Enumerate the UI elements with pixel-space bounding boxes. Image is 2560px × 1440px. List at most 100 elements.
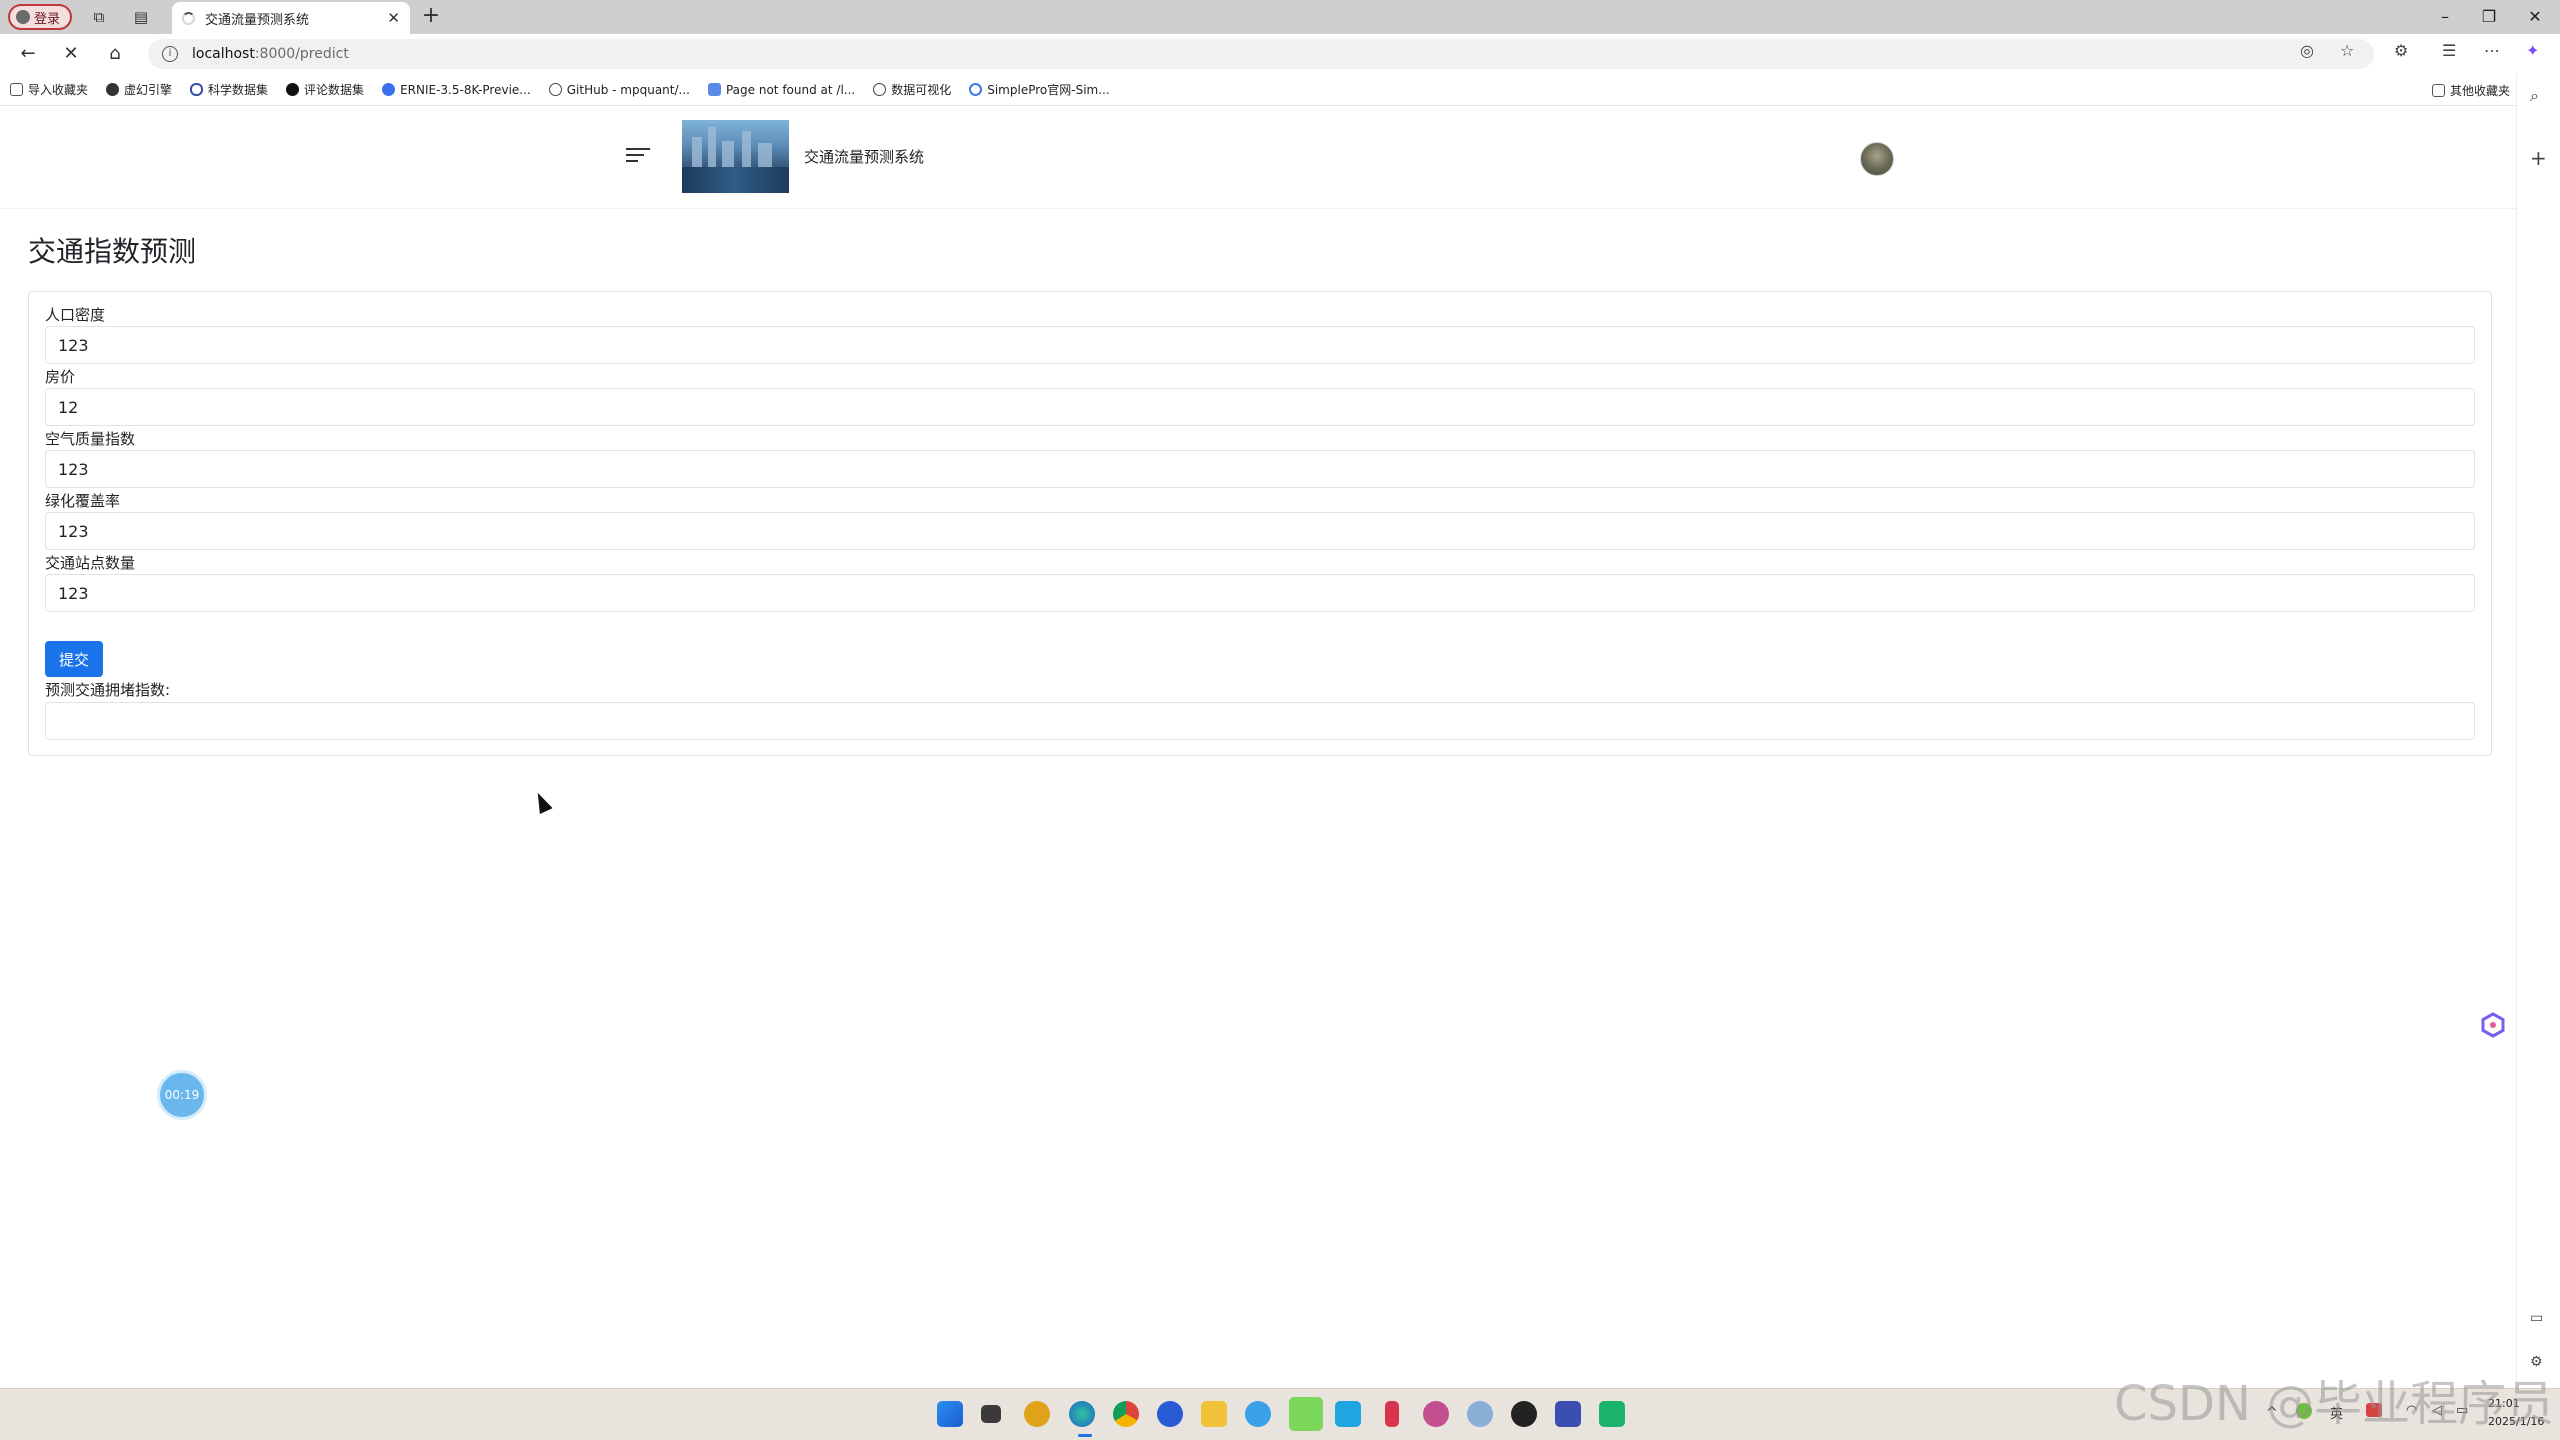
bookmark-item[interactable]: ERNIE-3.5-8K-Previe... (382, 83, 531, 97)
github-icon (286, 83, 300, 96)
shield-app-icon[interactable] (1024, 1401, 1050, 1427)
house-price-label: 房价 (45, 368, 76, 386)
submit-button[interactable]: 提交 (45, 641, 103, 677)
bookmark-item[interactable]: 科学数据集 (190, 81, 268, 98)
bookmark-label: GitHub - mpquant/... (566, 82, 690, 97)
bookmark-label: 数据可视化 (891, 83, 952, 97)
air-quality-label: 空气质量指数 (45, 430, 136, 448)
bookmark-label: 科学数据集 (208, 83, 269, 97)
bookmark-label: Page not found at /l... (725, 82, 856, 97)
browser-tab-bar: 登录 ⧉ ▤ 交通流量预测系统 ✕ + – ❐ ✕ (0, 0, 2560, 34)
app-red-icon[interactable] (1385, 1401, 1399, 1427)
extensions-icon[interactable]: ⚙ (2394, 41, 2408, 60)
air-quality-input[interactable] (45, 450, 2475, 488)
assistant-float-icon[interactable] (2480, 1012, 2506, 1038)
close-window-button[interactable]: ✕ (2520, 3, 2550, 31)
bookmark-label: 虚幻引擎 (124, 83, 173, 97)
globe-icon (548, 83, 562, 96)
bookmark-item[interactable]: 虚幻引擎 (106, 81, 172, 98)
bookmark-label: 评论数据集 (304, 83, 365, 97)
feishu-icon[interactable] (1335, 1401, 1361, 1427)
loading-spinner-icon (182, 11, 195, 25)
tab-actions-icon[interactable]: ▤ (128, 4, 154, 30)
watermark: CSDN @毕业程序员 (2114, 1376, 2555, 1432)
address-bar[interactable]: i localhost:8000/predict (148, 39, 2374, 69)
favorites-icon[interactable]: ☰ (2442, 41, 2456, 60)
settings-app-icon[interactable] (1467, 1401, 1493, 1427)
transit-stations-input[interactable] (45, 574, 2475, 612)
profile-label: 登录 (34, 11, 61, 27)
green-coverage-label: 绿化覆盖率 (45, 492, 121, 510)
bookmark-item[interactable]: SimplePro官网-Sim... (969, 81, 1110, 98)
site-info-icon[interactable]: i (162, 46, 178, 62)
read-aloud-icon[interactable]: ◎ (2300, 41, 2314, 60)
new-tab-button[interactable]: + (418, 4, 444, 30)
home-button[interactable]: ⌂ (101, 41, 129, 67)
app-header: 交通流量预测系统 (0, 106, 2516, 209)
copilot-icon[interactable]: ✦ (2526, 41, 2539, 60)
active-app-indicator (1078, 1434, 1092, 1437)
import-icon (10, 83, 23, 96)
browser-app-icon[interactable] (1157, 1401, 1183, 1427)
screen-icon[interactable]: ▭ (2530, 1310, 2543, 1326)
edge-browser-icon[interactable] (1069, 1401, 1095, 1427)
logo-image (682, 120, 789, 193)
other-bookmarks-folder[interactable]: 其他收藏夹 (2431, 82, 2510, 99)
django-icon (707, 83, 721, 96)
file-explorer-icon[interactable] (1201, 1401, 1227, 1427)
avatar[interactable] (1860, 142, 1894, 176)
green-coverage-input[interactable] (45, 512, 2475, 550)
qq-icon[interactable] (1511, 1401, 1537, 1427)
minimize-button[interactable]: – (2430, 3, 2460, 31)
search-icon[interactable]: ⌕ (2530, 86, 2539, 106)
chat-app-icon[interactable] (1245, 1401, 1271, 1427)
folder-icon (2431, 84, 2445, 97)
add-icon[interactable]: + (2530, 146, 2547, 170)
bookmark-item[interactable]: GitHub - mpquant/... (548, 82, 690, 97)
ernie-icon (382, 83, 396, 96)
favorite-star-icon[interactable]: ☆ (2340, 41, 2354, 60)
page-title: 交通指数预测 (28, 235, 197, 268)
workspaces-icon[interactable]: ⧉ (86, 4, 112, 30)
unreal-icon (106, 83, 120, 96)
bookmark-label: SimplePro官网-Sim... (987, 83, 1110, 97)
menu-toggle-icon[interactable] (626, 144, 650, 166)
wechat-icon[interactable] (1289, 1397, 1323, 1431)
url-path: :8000/predict (254, 46, 349, 62)
profile-button[interactable]: 登录 (8, 4, 73, 30)
simplepro-icon (969, 83, 983, 96)
result-output (45, 702, 2475, 740)
predict-form-card: 人口密度 房价 空气质量指数 绿化覆盖率 交通站点数量 提交 预测交通拥堵指数: (28, 291, 2492, 756)
other-bookmarks-label: 其他收藏夹 (2449, 84, 2510, 98)
bookmark-item[interactable]: 评论数据集 (286, 81, 364, 98)
bookmark-item[interactable]: Page not found at /l... (707, 82, 856, 97)
tab-close-icon[interactable]: ✕ (387, 9, 400, 27)
result-label: 预测交通拥堵指数: (45, 681, 171, 699)
population-density-label: 人口密度 (45, 306, 106, 324)
page-content: 交通流量预测系统 交通指数预测 人口密度 房价 空气质量指数 绿化覆盖率 交通站… (0, 106, 2516, 1388)
bookmark-label: ERNIE-3.5-8K-Previe... (400, 82, 531, 97)
recording-timer-badge[interactable]: 00:19 (160, 1073, 204, 1117)
bookmarks-bar: 导入收藏夹 虚幻引擎 科学数据集 评论数据集 ERNIE-3.5-8K-Prev… (0, 74, 2560, 106)
chrome-icon[interactable] (1113, 1401, 1139, 1427)
tab-title: 交通流量预测系统 (205, 12, 310, 28)
person-icon (16, 10, 30, 24)
mouse-cursor-icon (531, 789, 553, 815)
pycharm-icon[interactable] (1599, 1401, 1625, 1427)
address-toolbar: ← ✕ ⌂ i localhost:8000/predict ◎ ☆ ⚙ ☰ ⋯… (0, 34, 2560, 74)
restore-button[interactable]: ❐ (2474, 3, 2504, 31)
start-menu-icon[interactable] (937, 1401, 963, 1427)
more-options-icon[interactable]: ⋯ (2484, 41, 2500, 60)
stop-loading-button[interactable]: ✕ (57, 41, 85, 67)
bookmark-item[interactable]: 数据可视化 (873, 81, 951, 98)
vs-app-icon[interactable] (1555, 1401, 1581, 1427)
bookmark-label: 导入收藏夹 (28, 83, 89, 97)
tab-active[interactable]: 交通流量预测系统 ✕ (172, 2, 410, 34)
house-price-input[interactable] (45, 388, 2475, 426)
task-view-icon[interactable] (981, 1405, 1001, 1423)
population-density-input[interactable] (45, 326, 2475, 364)
back-button[interactable]: ← (14, 41, 42, 67)
browser-sidebar: ⌕ + ▭ ⚙ (2516, 74, 2560, 1388)
bookmark-item[interactable]: 导入收藏夹 (10, 81, 88, 98)
profile-app-icon[interactable] (1423, 1401, 1449, 1427)
